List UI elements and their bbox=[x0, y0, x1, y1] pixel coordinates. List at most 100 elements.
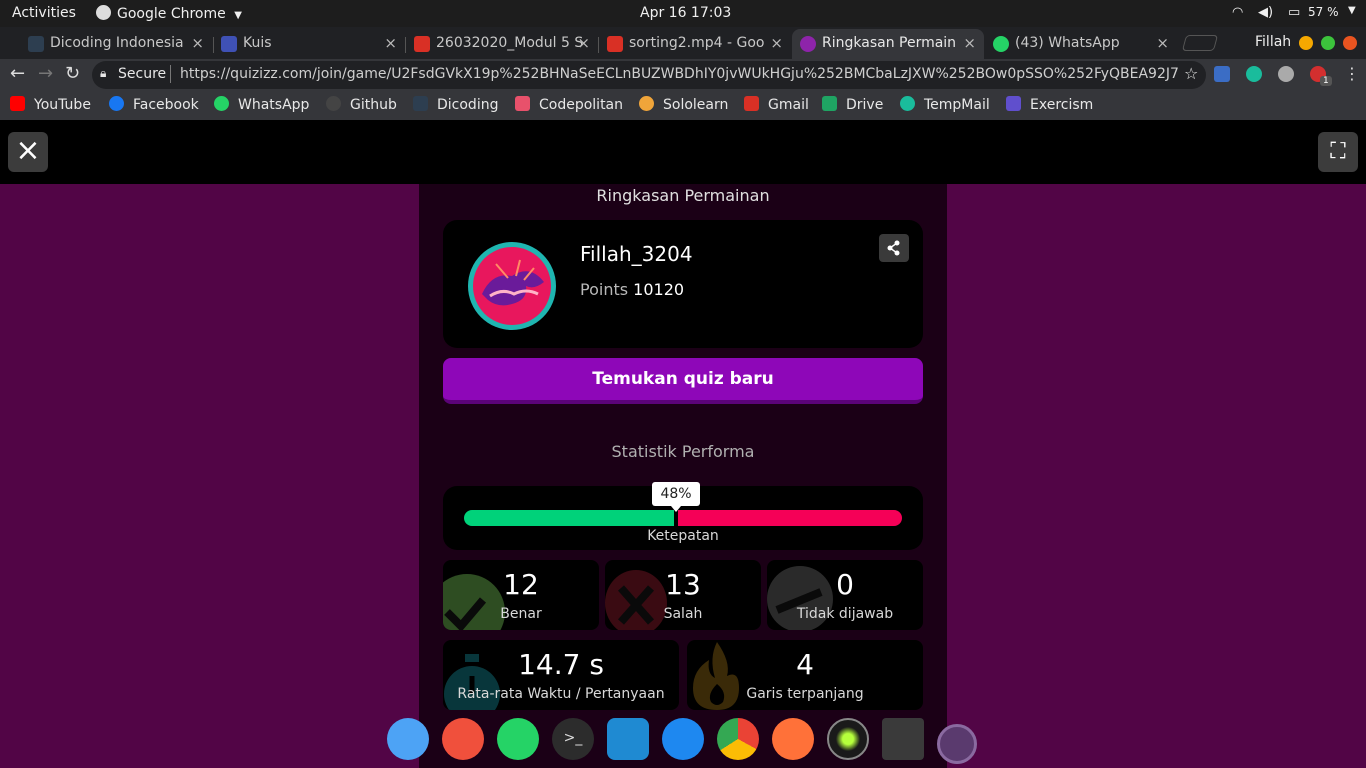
back-icon[interactable]: ← bbox=[10, 63, 25, 84]
avatar-icon bbox=[473, 247, 551, 325]
new-tab-button[interactable] bbox=[1181, 35, 1219, 51]
accuracy-tooltip: 48% bbox=[652, 482, 724, 512]
chrome-icon bbox=[96, 5, 111, 20]
tab-ringkasan-permainan[interactable]: Ringkasan Permain × bbox=[792, 29, 984, 59]
tab-kuis[interactable]: Kuis × bbox=[213, 29, 405, 59]
show-apps-icon[interactable] bbox=[937, 724, 977, 764]
stats-title: Statistik Performa bbox=[611, 442, 755, 461]
chevron-down-icon: ▼ bbox=[234, 10, 242, 21]
points-row: Points 10120 bbox=[580, 280, 684, 299]
bookmark-label: Sololearn bbox=[663, 97, 729, 113]
codepolitan-icon bbox=[515, 96, 530, 111]
gmail-icon bbox=[744, 96, 759, 111]
tab-label: (43) WhatsApp bbox=[1015, 35, 1120, 51]
tab-sorting-video[interactable]: sorting2.mp4 - Goo × bbox=[599, 29, 791, 59]
close-game-button[interactable]: × bbox=[8, 132, 48, 172]
pdf-icon bbox=[414, 36, 430, 52]
bookmark-drive[interactable]: Drive bbox=[822, 96, 883, 113]
app-menu[interactable]: Google Chrome ▼ bbox=[96, 5, 242, 22]
whatsapp-icon[interactable] bbox=[497, 718, 539, 760]
stat-value: 0 bbox=[836, 568, 854, 601]
firefox-icon[interactable] bbox=[772, 718, 814, 760]
chrome-icon[interactable] bbox=[717, 718, 759, 760]
extension-icon[interactable] bbox=[1278, 66, 1294, 82]
bookmark-label: Dicoding bbox=[437, 97, 499, 113]
video-icon bbox=[607, 36, 623, 52]
tab-dicoding[interactable]: Dicoding Indonesia × bbox=[20, 29, 212, 59]
bookmark-label: Facebook bbox=[133, 97, 199, 113]
battery-percentage: 57 % bbox=[1308, 5, 1339, 19]
secure-label: Secure bbox=[118, 66, 167, 82]
accuracy-incorrect-fill bbox=[678, 510, 902, 526]
system-menu-chevron-icon[interactable]: ▼ bbox=[1348, 5, 1356, 16]
tab-modul-pdf[interactable]: 26032020_Modul 5 S × bbox=[406, 29, 598, 59]
profile-name[interactable]: Fillah bbox=[1255, 34, 1291, 50]
omnibox-divider bbox=[170, 65, 171, 83]
mendeley-extension-icon[interactable] bbox=[1246, 66, 1262, 82]
bookmark-tempmail[interactable]: TempMail bbox=[900, 96, 990, 113]
exercism-icon bbox=[1006, 96, 1021, 111]
app-store-icon[interactable] bbox=[662, 718, 704, 760]
activities-button[interactable]: Activities bbox=[12, 5, 76, 21]
close-icon[interactable]: × bbox=[770, 34, 783, 52]
close-window-button[interactable] bbox=[1343, 36, 1357, 50]
bookmark-github[interactable]: Github bbox=[326, 96, 397, 113]
finder-icon[interactable] bbox=[387, 718, 429, 760]
clock[interactable]: Apr 16 17:03 bbox=[640, 5, 731, 21]
bookmark-sololearn[interactable]: Sololearn bbox=[639, 96, 728, 113]
sublime-text-icon[interactable] bbox=[882, 718, 924, 760]
close-icon[interactable]: × bbox=[191, 34, 204, 52]
reload-icon[interactable]: ↻ bbox=[65, 63, 80, 84]
bookmark-youtube[interactable]: YouTube bbox=[10, 96, 91, 113]
forward-icon[interactable]: → bbox=[38, 63, 53, 84]
tab-label: Dicoding Indonesia bbox=[50, 35, 184, 51]
terminal-icon[interactable]: >_ bbox=[552, 718, 594, 760]
accuracy-card: 48% Ketepatan bbox=[443, 482, 923, 550]
accuracy-bar bbox=[464, 510, 902, 526]
pencil-app-icon[interactable] bbox=[442, 718, 484, 760]
tab-whatsapp[interactable]: (43) WhatsApp × bbox=[985, 29, 1177, 59]
vscode-icon[interactable] bbox=[607, 718, 649, 760]
screen-recorder-icon[interactable] bbox=[827, 718, 869, 760]
bookmark-exercism[interactable]: Exercism bbox=[1006, 96, 1093, 113]
bookmark-star-icon[interactable]: ☆ bbox=[1184, 64, 1198, 83]
close-icon[interactable]: × bbox=[963, 34, 976, 52]
stat-label: Rata-rata Waktu / Pertanyaan bbox=[457, 686, 665, 702]
fullscreen-button[interactable]: ⛶ bbox=[1318, 132, 1358, 172]
bookmark-label: Github bbox=[350, 97, 397, 113]
stat-label: Garis terpanjang bbox=[746, 686, 864, 702]
github-icon bbox=[326, 96, 341, 111]
close-icon[interactable]: × bbox=[577, 34, 590, 52]
share-icon bbox=[887, 240, 900, 256]
address-bar[interactable]: 🔒︎ Secure https://quizizz.com/join/game/… bbox=[92, 61, 1206, 89]
menu-kebab-icon[interactable]: ⋮ bbox=[1344, 64, 1360, 83]
extension-badge: 1 bbox=[1320, 76, 1332, 86]
whatsapp-icon bbox=[993, 36, 1009, 52]
facebook-icon bbox=[109, 96, 124, 111]
accuracy-percentage: 48% bbox=[652, 482, 700, 506]
bookmark-facebook[interactable]: Facebook bbox=[109, 96, 199, 113]
wifi-icon[interactable]: ◠ bbox=[1232, 5, 1243, 20]
bookmark-whatsapp[interactable]: WhatsApp bbox=[214, 96, 309, 113]
bookmark-gmail[interactable]: Gmail bbox=[744, 96, 809, 113]
bookmark-dicoding[interactable]: Dicoding bbox=[413, 96, 498, 113]
minimize-button[interactable] bbox=[1299, 36, 1313, 50]
points-value: 10120 bbox=[633, 280, 685, 299]
bookmark-label: WhatsApp bbox=[238, 97, 310, 113]
bookmark-codepolitan[interactable]: Codepolitan bbox=[515, 96, 623, 113]
find-new-quiz-button[interactable]: Temukan quiz baru bbox=[443, 358, 923, 404]
sololearn-icon bbox=[639, 96, 654, 111]
volume-icon[interactable]: ◀) bbox=[1258, 5, 1273, 20]
close-icon[interactable]: × bbox=[384, 34, 397, 52]
maximize-button[interactable] bbox=[1321, 36, 1335, 50]
stat-label: Salah bbox=[663, 606, 703, 622]
battery-icon[interactable]: ▭ bbox=[1288, 5, 1300, 20]
extension-icon[interactable] bbox=[1214, 66, 1230, 82]
close-icon[interactable]: × bbox=[1156, 34, 1169, 52]
tooltip-arrow bbox=[671, 506, 681, 512]
url-text: https://quizizz.com/join/game/U2FsdGVkX1… bbox=[180, 66, 1178, 82]
summary-title: Ringkasan Permainan bbox=[596, 186, 770, 205]
browser-toolbar: ← → ↻ 🔒︎ Secure https://quizizz.com/join… bbox=[0, 59, 1366, 91]
share-button[interactable] bbox=[879, 234, 909, 262]
bookmark-label: Gmail bbox=[768, 97, 809, 113]
